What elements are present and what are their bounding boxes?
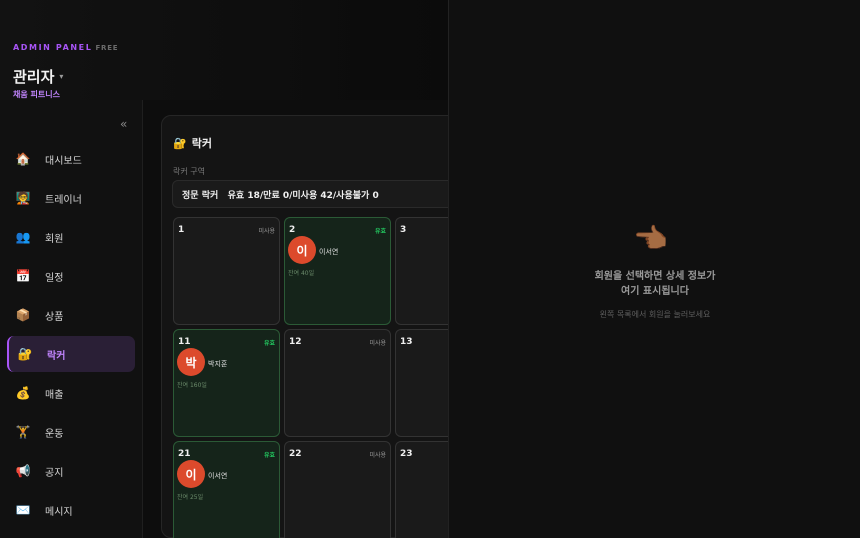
locker-number: 1 (178, 225, 185, 235)
sidebar-item-locker[interactable]: 🔐 락커 (7, 336, 135, 372)
gym-name: 채움 피트니스 (13, 90, 60, 99)
locker-tile[interactable]: 23 (395, 441, 448, 538)
locker-tile[interactable]: 11 유효 박 박지훈 잔여 160일 (173, 329, 280, 437)
sidebar-item-exercise[interactable]: 🏋️ 운동 (7, 414, 135, 450)
locker-tile[interactable]: 1 미사용 (173, 217, 280, 325)
locker-status: 미사용 (369, 340, 386, 347)
page-title: 🔐 락커 (173, 135, 212, 151)
remaining-days: 잔여 25일 (177, 494, 204, 501)
zone-select[interactable]: 정문 락커 유효 18/만료 0/미사용 42/사용불가 0 (172, 180, 448, 208)
remaining-days: 잔여 40일 (288, 270, 315, 277)
avatar: 이 (177, 460, 205, 488)
locker-card: 🔐 락커 락커 구역 정문 락커 유효 18/만료 0/미사용 42/사용불가 … (161, 115, 448, 538)
locker-number: 13 (400, 337, 413, 347)
locker-tile[interactable]: 22 미사용 (284, 441, 391, 538)
remaining-days: 잔여 160일 (177, 382, 207, 389)
sidebar: « 🏠 대시보드 🧑‍🏫 트레이너 👥 회원 📅 일정 📦 상품 🔐 락커 💰 … (0, 100, 143, 538)
locker-tile[interactable]: 2 유효 이 이서연 잔여 40일 (284, 217, 391, 325)
sidebar-item-label: 공지 (45, 467, 64, 479)
top-header: ADMIN PANEL FREE 관리자 ▾ 채움 피트니스 (0, 0, 448, 100)
user-menu[interactable]: 관리자 ▾ (13, 66, 63, 87)
member-name: 이서연 (319, 248, 339, 256)
sidebar-item-label: 대시보드 (45, 155, 82, 167)
avatar: 박 (177, 348, 205, 376)
locker-tile[interactable]: 12 미사용 (284, 329, 391, 437)
sidebar-item-notice[interactable]: 📢 공지 (7, 453, 135, 489)
locker-status: 미사용 (369, 452, 386, 459)
trainer-icon: 🧑‍🏫 (15, 191, 31, 205)
sidebar-item-label: 메시지 (45, 506, 73, 518)
pointing-hand-icon: 👈🏾 (633, 222, 668, 255)
locker-number: 12 (289, 337, 302, 347)
money-bag-icon: 💰 (15, 386, 31, 400)
sidebar-item-label: 운동 (45, 428, 64, 440)
sidebar-item-sales[interactable]: 💰 매출 (7, 375, 135, 411)
users-icon: 👥 (15, 230, 31, 244)
member-name: 이서연 (208, 472, 228, 480)
locker-number: 2 (289, 225, 296, 235)
lock-icon: 🔐 (173, 136, 187, 150)
empty-state-line-1: 회원을 선택하면 상세 정보가 (594, 271, 716, 282)
locker-number: 23 (400, 449, 413, 459)
empty-state-hint: 왼쪽 목록에서 회원을 눌러보세요 (599, 310, 711, 319)
locker-tile[interactable]: 13 (395, 329, 448, 437)
locker-number: 22 (289, 449, 302, 459)
lock-icon: 🔐 (17, 347, 33, 361)
locker-tile[interactable]: 21 유효 이 이서연 잔여 25일 (173, 441, 280, 538)
envelope-icon: ✉️ (15, 503, 31, 517)
zone-select-value: 정문 락커 유효 18/만료 0/미사용 42/사용불가 0 (182, 190, 379, 201)
admin-panel-label: ADMIN PANEL FREE (13, 43, 118, 52)
locker-tile[interactable]: 3 (395, 217, 448, 325)
locker-status: 유효 (263, 340, 275, 347)
sidebar-item-message[interactable]: ✉️ 메시지 (7, 492, 135, 528)
locker-number: 3 (400, 225, 407, 235)
sidebar-item-label: 회원 (45, 233, 64, 245)
user-name: 관리자 (13, 68, 55, 86)
sidebar-item-trainer[interactable]: 🧑‍🏫 트레이너 (7, 180, 135, 216)
locker-status: 유효 (374, 228, 386, 235)
megaphone-icon: 📢 (15, 464, 31, 478)
weightlifter-icon: 🏋️ (15, 425, 31, 439)
avatar: 이 (288, 236, 316, 264)
sidebar-item-members[interactable]: 👥 회원 (7, 219, 135, 255)
locker-number: 21 (178, 449, 191, 459)
sidebar-item-products[interactable]: 📦 상품 (7, 297, 135, 333)
sidebar-item-dashboard[interactable]: 🏠 대시보드 (7, 141, 135, 177)
package-icon: 📦 (15, 308, 31, 322)
sidebar-item-label: 매출 (45, 389, 64, 401)
sidebar-item-label: 상품 (45, 311, 64, 323)
member-name: 박지훈 (208, 360, 228, 368)
page-title-text: 락커 (191, 137, 212, 150)
home-icon: 🏠 (15, 152, 31, 166)
collapse-sidebar-icon[interactable]: « (120, 117, 127, 131)
chevron-down-icon: ▾ (59, 72, 64, 81)
calendar-icon: 📅 (15, 269, 31, 283)
sidebar-item-label: 락커 (47, 350, 66, 362)
empty-state-line-2: 여기 표시됩니다 (621, 286, 689, 297)
locker-number: 11 (178, 337, 191, 347)
member-detail-panel: 👈🏾 회원을 선택하면 상세 정보가 여기 표시됩니다 왼쪽 목록에서 회원을 … (448, 0, 860, 538)
sidebar-item-label: 일정 (45, 272, 64, 284)
zone-label: 락커 구역 (173, 167, 205, 176)
panel-label-text: ADMIN PANEL (13, 43, 93, 52)
sidebar-item-label: 트레이너 (45, 194, 82, 206)
plan-badge: FREE (95, 44, 119, 52)
locker-status: 유효 (263, 452, 275, 459)
locker-status: 미사용 (258, 228, 275, 235)
sidebar-item-schedule[interactable]: 📅 일정 (7, 258, 135, 294)
empty-state-message: 회원을 선택하면 상세 정보가 여기 표시됩니다 (449, 269, 860, 299)
main-content: 🔐 락커 락커 구역 정문 락커 유효 18/만료 0/미사용 42/사용불가 … (143, 100, 448, 538)
